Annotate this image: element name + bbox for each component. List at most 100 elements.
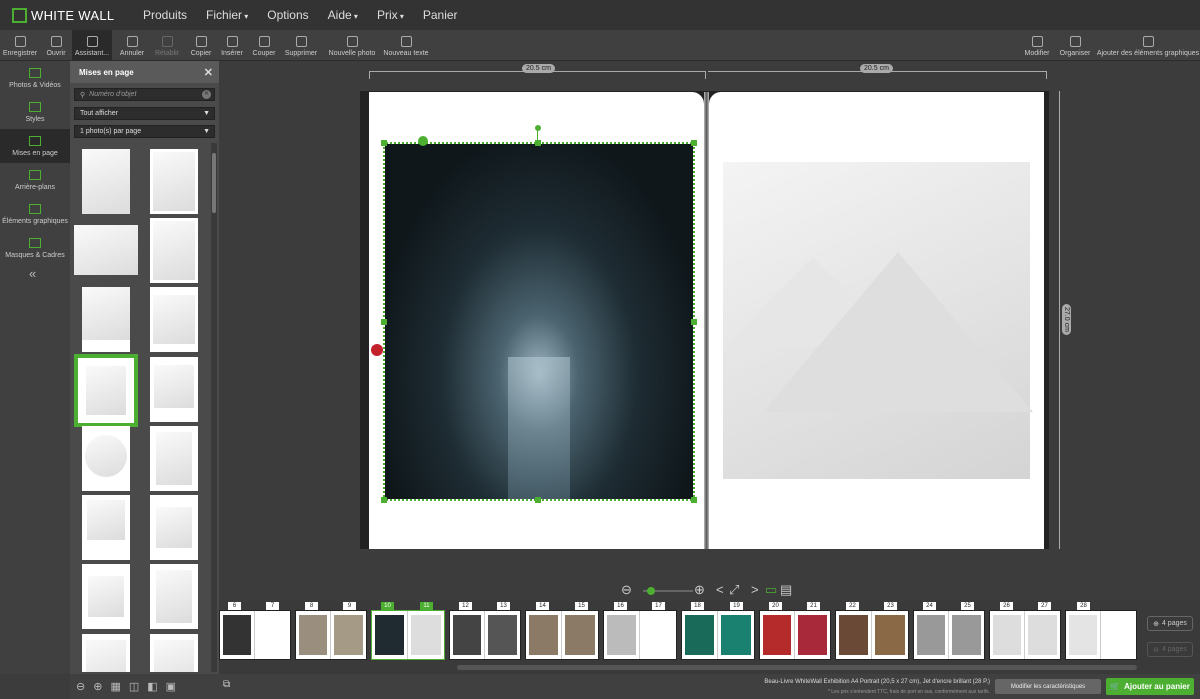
search-input[interactable]: ⚲ Numéro d'objet ✕: [74, 88, 215, 101]
spread-thumb[interactable]: [525, 610, 599, 660]
grid-view-icon[interactable]: ▦: [110, 680, 120, 693]
open-button[interactable]: Ouvrir: [42, 30, 70, 61]
layout-icon: [29, 135, 41, 146]
menu-produits[interactable]: Produits: [143, 8, 187, 22]
nav-photos-videos[interactable]: Photos & Vidéos: [0, 61, 70, 95]
layout-thumb[interactable]: [150, 287, 198, 352]
spread-thumb[interactable]: [449, 610, 521, 660]
selection-box[interactable]: [383, 142, 695, 501]
menu-options[interactable]: Options: [267, 8, 308, 22]
new-text-button[interactable]: Nouveau texte: [383, 30, 429, 61]
layout-view-icon[interactable]: ◧: [147, 680, 157, 693]
layout-thumb[interactable]: [74, 225, 138, 275]
resize-handle-tr[interactable]: [691, 140, 697, 146]
photos-per-page-select[interactable]: 1 photo(s) par page ▼: [74, 125, 215, 138]
zoom-out-icon[interactable]: ⊖: [621, 582, 632, 598]
spread-thumb[interactable]: [835, 610, 909, 660]
nav-backgrounds[interactable]: Arrière-plans: [0, 163, 70, 197]
zoom-slider-knob[interactable]: [647, 587, 655, 595]
next-page-icon[interactable]: >: [751, 582, 759, 597]
copy-button[interactable]: Copier: [188, 30, 214, 61]
organize-button[interactable]: Organiser: [1058, 30, 1092, 61]
nav-layouts[interactable]: Mises en page: [0, 129, 70, 163]
spread-thumb[interactable]: [219, 610, 291, 660]
nav-masks-frames[interactable]: Masques & Cadres: [0, 231, 70, 265]
zoom-in-icon[interactable]: ⊕: [694, 582, 705, 598]
page-number: 26: [1000, 602, 1013, 610]
layout-thumb[interactable]: [150, 357, 198, 422]
photo-placeholder[interactable]: [723, 162, 1033, 479]
full-view-icon[interactable]: ▣: [166, 680, 176, 693]
delete-button[interactable]: Supprimer: [284, 30, 318, 61]
spread-thumb[interactable]: [681, 610, 755, 660]
layout-thumb[interactable]: [150, 495, 198, 560]
modify-properties-button[interactable]: Modifier les caractéristiques: [995, 679, 1101, 694]
layout-thumb[interactable]: [150, 218, 198, 283]
filter-select[interactable]: Tout afficher ▼: [74, 107, 215, 120]
resize-handle-r[interactable]: [691, 319, 697, 325]
layout-thumb[interactable]: [82, 495, 130, 560]
menu-prix[interactable]: Prix: [377, 8, 404, 22]
spread-thumb[interactable]: [295, 610, 367, 660]
spread-thumb-current[interactable]: [371, 610, 445, 660]
rotate-handle[interactable]: [535, 125, 541, 131]
layout-thumb[interactable]: [82, 634, 130, 672]
layout-thumb-selected[interactable]: [74, 354, 138, 427]
layout-thumb[interactable]: [150, 426, 198, 491]
add-text-icon: [400, 36, 412, 47]
assistant-button[interactable]: Assistant...: [72, 30, 112, 61]
double-page-icon[interactable]: ▤: [780, 582, 792, 598]
undo-button[interactable]: Annuler: [116, 30, 148, 61]
new-photo-button[interactable]: Nouvelle photo: [328, 30, 376, 61]
zoom-in-icon[interactable]: ⊕: [93, 680, 102, 693]
panel-scrollbar[interactable]: [211, 143, 217, 672]
fit-screen-icon[interactable]: ⤢: [729, 582, 739, 598]
panel-title: Mises en page: [79, 67, 134, 77]
layout-thumb[interactable]: [82, 426, 130, 491]
add-to-cart-button[interactable]: 🛒 Ajouter au panier: [1106, 678, 1194, 695]
clear-icon[interactable]: ✕: [202, 90, 211, 99]
nav-graphic-elements[interactable]: Éléments graphiques: [0, 197, 70, 231]
redo-button[interactable]: Rétablir: [152, 30, 182, 61]
menu-panier[interactable]: Panier: [423, 8, 458, 22]
nav-styles[interactable]: Styles: [0, 95, 70, 129]
layout-thumb[interactable]: [82, 287, 130, 352]
swap-photo-icon[interactable]: [418, 136, 428, 146]
zoom-out-icon[interactable]: ⊖: [76, 680, 85, 693]
spread-thumb[interactable]: [913, 610, 985, 660]
remove-pages-button[interactable]: ⊖ 4 pages: [1147, 642, 1193, 657]
layout-thumb[interactable]: [82, 564, 130, 629]
page-strip: 6 7 8 9 10 11 12 13 14 15 16 17 18 19 20…: [219, 601, 1200, 674]
single-page-icon[interactable]: ▭: [765, 582, 777, 598]
prev-page-icon[interactable]: <: [716, 582, 724, 597]
layout-thumb[interactable]: [150, 634, 198, 672]
spread-thumb[interactable]: [1065, 610, 1137, 660]
menu-fichier[interactable]: Fichier: [206, 8, 248, 22]
resize-handle-br[interactable]: [691, 497, 697, 503]
resize-handle-t[interactable]: [535, 140, 541, 146]
chevron-down-icon: ▼: [203, 128, 210, 135]
spread-thumb[interactable]: [759, 610, 831, 660]
split-view-icon[interactable]: ◫: [129, 680, 139, 693]
pages-view-icon[interactable]: ⧉: [223, 679, 230, 690]
modify-button[interactable]: Modifier: [1022, 30, 1052, 61]
strip-scrollbar[interactable]: [457, 665, 1137, 670]
layout-thumb[interactable]: [150, 564, 198, 629]
save-button[interactable]: Enregistrer: [0, 30, 40, 61]
page-number: 12: [459, 602, 472, 610]
add-pages-button[interactable]: ⊕ 4 pages: [1147, 616, 1193, 631]
add-graphics-button[interactable]: Ajouter des éléments graphiques: [1097, 30, 1199, 61]
layout-thumb[interactable]: [82, 149, 130, 214]
menu-aide[interactable]: Aide: [328, 8, 358, 22]
resize-handle-l[interactable]: [381, 319, 387, 325]
collapse-icon[interactable]: «: [29, 266, 36, 281]
resize-handle-bl[interactable]: [381, 497, 387, 503]
spread-thumb[interactable]: [603, 610, 677, 660]
cut-button[interactable]: Couper: [251, 30, 277, 61]
resize-handle-tl[interactable]: [381, 140, 387, 146]
spread-thumb[interactable]: [989, 610, 1061, 660]
resize-handle-b[interactable]: [535, 497, 541, 503]
close-icon[interactable]: ✕: [204, 66, 213, 79]
layout-thumb[interactable]: [150, 149, 198, 214]
paste-button[interactable]: Insérer: [219, 30, 245, 61]
